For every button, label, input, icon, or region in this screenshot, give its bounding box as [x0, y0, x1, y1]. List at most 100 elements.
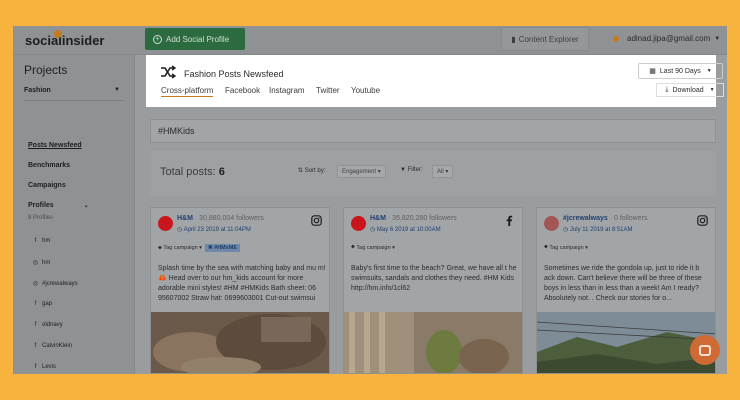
- chevron-down-icon: ▼: [114, 87, 120, 93]
- instagram-icon: ◎: [32, 260, 39, 266]
- logo[interactable]: socialinsider: [25, 30, 105, 48]
- profile-item[interactable]: f oldnavy: [32, 322, 63, 328]
- profile-item[interactable]: f Levis: [32, 364, 56, 370]
- tab-instagram[interactable]: Instagram: [269, 86, 305, 95]
- profile-item[interactable]: ◎ #jcrewalways: [32, 280, 78, 288]
- post-image[interactable]: [151, 312, 330, 374]
- profile-item[interactable]: f gap: [32, 301, 52, 307]
- chat-button[interactable]: [690, 335, 720, 365]
- download-label: Download: [672, 86, 704, 94]
- post-image[interactable]: [537, 312, 716, 374]
- post-brand-name: H&M: [177, 215, 193, 222]
- post-card[interactable]: H&M · 35,820,280 followers ◷ May 6 2019 …: [343, 207, 523, 374]
- book-icon: ▮: [511, 34, 516, 44]
- profile-label: oldnavy: [42, 322, 63, 328]
- tag-row: ⬥ Tag campaign ▾ ✖ #HMxME: [158, 244, 240, 252]
- profiles-count: 8 Profiles: [28, 215, 54, 221]
- avatar: [544, 216, 559, 231]
- profile-item[interactable]: ◎ hm: [32, 259, 50, 267]
- sort-label-text: Sort by:: [304, 168, 326, 174]
- sort-icon: ⇅: [298, 168, 304, 174]
- nav-benchmarks[interactable]: Benchmarks: [28, 162, 70, 169]
- profile-label: Levis: [42, 364, 57, 370]
- post-brand[interactable]: H&M · 30,880,004 followers: [177, 215, 264, 222]
- profile-label: CalvinKlein: [42, 343, 73, 349]
- filter-label: ▼ Filter:: [400, 167, 423, 173]
- tab-youtube[interactable]: Youtube: [351, 86, 380, 95]
- date-range-select[interactable]: ▦ Last 90 Days ▼: [638, 63, 723, 79]
- total-posts-label: Total posts:: [160, 166, 216, 178]
- post-followers: · 35,820,280 followers: [387, 215, 457, 222]
- tag-campaign-select[interactable]: Tag campaign: [356, 245, 390, 251]
- sidebar: Projects Fashion ▼ Posts Newsfeed Benchm…: [13, 55, 135, 374]
- search-input[interactable]: #HMKids: [150, 119, 716, 143]
- post-card[interactable]: #jcrewalways · 0 followers ◷ July 11 201…: [536, 207, 716, 374]
- page-title: Fashion Posts Newsfeed: [184, 69, 284, 79]
- post-image[interactable]: [344, 312, 523, 374]
- chevron-down-icon: ▼: [714, 35, 721, 42]
- profile-label: gap: [42, 301, 53, 307]
- tab-facebook[interactable]: Facebook: [225, 86, 260, 95]
- post-date: ◷ April 23 2019 at 11:04PM: [177, 227, 251, 233]
- calendar-icon: ▦: [649, 68, 656, 75]
- nav-posts-newsfeed[interactable]: Posts Newsfeed: [28, 142, 82, 149]
- post-card[interactable]: H&M · 30,880,004 followers ◷ April 23 20…: [150, 207, 330, 374]
- chevron-down-icon: ▼: [709, 87, 715, 93]
- profile-item[interactable]: f CalvinKlein: [32, 343, 72, 349]
- nav-profiles[interactable]: Profiles ⌄: [28, 202, 89, 209]
- account-email: adinad.jipa@gmail.com: [627, 34, 711, 43]
- plus-icon: +: [153, 34, 162, 44]
- instagram-icon: [311, 215, 322, 226]
- facebook-icon: f: [34, 301, 37, 307]
- add-social-profile-button[interactable]: + Add Social Profile: [145, 28, 245, 50]
- post-date-text: April 23 2019 at 11:04PM: [183, 227, 251, 233]
- project-select-value: Fashion: [24, 87, 51, 94]
- chat-icon: [699, 344, 711, 356]
- content-explorer-label: Content Explorer: [518, 34, 579, 44]
- tab-twitter[interactable]: Twitter: [316, 86, 340, 95]
- post-text: Sometimes we ride the gondola up, just t…: [544, 265, 702, 302]
- content-explorer-button[interactable]: ▮ Content Explorer: [501, 27, 589, 51]
- facebook-icon: f: [34, 238, 37, 244]
- tag-campaign-select[interactable]: Tag campaign: [549, 245, 583, 251]
- post-brand-name: H&M: [370, 215, 386, 222]
- logo-text: socialinsider: [25, 33, 105, 48]
- tag-icon: ⬥: [351, 244, 355, 250]
- add-social-profile-label: Add Social Profile: [166, 34, 230, 44]
- campaign-tag-label: #HMxME: [214, 245, 237, 251]
- status-dot: [613, 35, 619, 42]
- sort-select[interactable]: Engagement ▾: [337, 165, 386, 178]
- newsfeed-header: Fashion Posts Newsfeed Cross-platform Fa…: [146, 55, 724, 107]
- download-button[interactable]: ⤓ Download ▼: [656, 83, 724, 97]
- profile-item[interactable]: f hm: [32, 238, 51, 244]
- projects-title: Projects: [24, 63, 68, 77]
- top-bar: socialinsider + Add Social Profile ▮ Con…: [13, 26, 727, 55]
- sort-label: ⇅ Sort by:: [298, 167, 325, 174]
- facebook-icon: f: [34, 322, 37, 328]
- nav-campaigns[interactable]: Campaigns: [28, 182, 66, 189]
- post-brand[interactable]: H&M · 35,820,280 followers: [370, 215, 457, 222]
- project-select[interactable]: Fashion ▼: [24, 83, 124, 101]
- account-menu[interactable]: adinad.jipa@gmail.com ▼: [613, 34, 720, 43]
- filter-select[interactable]: All ▾: [432, 165, 454, 178]
- post-text: Baby's first time to the beach? Great, w…: [351, 265, 517, 292]
- tab-cross-platform[interactable]: Cross-platform: [161, 86, 214, 97]
- download-icon: ⤓: [665, 86, 669, 93]
- chevron-down-icon: ▼: [706, 68, 712, 74]
- post-followers: · 30,880,004 followers: [194, 215, 264, 222]
- profile-label: hm: [42, 238, 51, 244]
- facebook-icon: f: [34, 364, 37, 370]
- instagram-icon: [697, 215, 708, 226]
- filter-label-text: Filter:: [407, 167, 423, 173]
- post-date: ◷ July 11 2019 at 8:51AM: [563, 227, 633, 233]
- tag-icon: ⬥: [158, 244, 162, 251]
- logo-dot: [54, 30, 62, 38]
- avatar: [158, 216, 173, 231]
- campaign-tag[interactable]: ✖ #HMxME: [204, 244, 240, 252]
- tag-campaign-select[interactable]: Tag campaign: [163, 245, 197, 251]
- filter-icon: ▼: [400, 167, 406, 173]
- post-brand[interactable]: #jcrewalways · 0 followers: [563, 215, 647, 222]
- tag-row: ⬥ Tag campaign ▾: [544, 244, 588, 251]
- profile-label: #jcrewalways: [42, 280, 78, 287]
- date-range-label: Last 90 Days: [659, 67, 701, 75]
